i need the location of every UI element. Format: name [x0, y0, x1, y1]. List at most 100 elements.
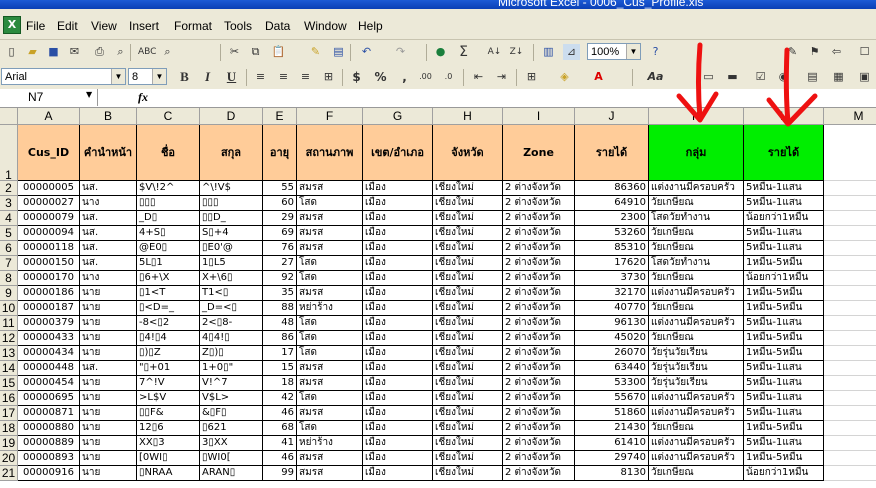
- table-cell[interactable]: 00000695: [18, 391, 80, 406]
- table-cell[interactable]: 2300: [575, 211, 649, 226]
- menu-window[interactable]: Window: [304, 19, 347, 33]
- table-cell[interactable]: 17: [263, 346, 297, 361]
- table-cell[interactable]: เชียงใหม่: [433, 436, 503, 451]
- globe-icon[interactable]: ●: [432, 44, 449, 60]
- table-cell[interactable]: ▯WI0[: [200, 451, 263, 466]
- table-cell[interactable]: เชียงใหม่: [433, 316, 503, 331]
- empty-cell[interactable]: [824, 241, 876, 256]
- table-cell[interactable]: 68: [263, 421, 297, 436]
- table-cell[interactable]: 5หมื่น-1แสน: [744, 406, 824, 421]
- table-cell[interactable]: โสด: [297, 391, 363, 406]
- table-cell[interactable]: เมือง: [363, 421, 433, 436]
- table-cell[interactable]: 5หมื่น-1แสน: [744, 376, 824, 391]
- row-header[interactable]: 12: [0, 331, 18, 346]
- table-cell[interactable]: 5หมื่น-1แสน: [744, 436, 824, 451]
- empty-cell[interactable]: [824, 436, 876, 451]
- table-cell[interactable]: 00000434: [18, 346, 80, 361]
- header-cell-l[interactable]: รายได้: [744, 125, 824, 181]
- table-cell[interactable]: สมรส: [297, 181, 363, 196]
- table-cell[interactable]: 35: [263, 286, 297, 301]
- table-cell[interactable]: 4▯4!▯: [200, 331, 263, 346]
- table-cell[interactable]: 55: [263, 181, 297, 196]
- table-cell[interactable]: นาง: [80, 196, 137, 211]
- column-header-a[interactable]: A: [18, 108, 80, 125]
- table-cell[interactable]: 76: [263, 241, 297, 256]
- table-cell[interactable]: เมือง: [363, 196, 433, 211]
- table-cell[interactable]: เมือง: [363, 331, 433, 346]
- table-cell[interactable]: ▯▯▯: [200, 196, 263, 211]
- table-cell[interactable]: 2 ต่างจังหวัด: [503, 346, 575, 361]
- table-cell[interactable]: 86360: [575, 181, 649, 196]
- table-cell[interactable]: วัยเกษียณ: [649, 226, 744, 241]
- table-cell[interactable]: ▯4!▯4: [137, 331, 200, 346]
- select-all-corner[interactable]: [0, 108, 18, 125]
- table-cell[interactable]: 61410: [575, 436, 649, 451]
- column-header-k[interactable]: K: [649, 108, 744, 125]
- table-cell[interactable]: 85310: [575, 241, 649, 256]
- drawing-icon[interactable]: ⊿: [563, 44, 580, 60]
- table-cell[interactable]: 00000118: [18, 241, 80, 256]
- table-cell[interactable]: 5หมื่น-1แสน: [744, 361, 824, 376]
- table-cell[interactable]: เชียงใหม่: [433, 256, 503, 271]
- table-cell[interactable]: เมือง: [363, 391, 433, 406]
- table-cell[interactable]: 63440: [575, 361, 649, 376]
- table-cell[interactable]: 46: [263, 406, 297, 421]
- column-header-d[interactable]: D: [200, 108, 263, 125]
- row-header[interactable]: 19: [0, 436, 18, 451]
- table-cell[interactable]: 45020: [575, 331, 649, 346]
- table-cell[interactable]: 3730: [575, 271, 649, 286]
- insert-hyperlink-icon[interactable]: ▤: [330, 44, 347, 60]
- table-cell[interactable]: 48: [263, 316, 297, 331]
- table-cell[interactable]: 2 ต่างจังหวัด: [503, 436, 575, 451]
- checkbox-icon[interactable]: ☐: [856, 44, 873, 60]
- table-cell[interactable]: เชียงใหม่: [433, 271, 503, 286]
- empty-cell[interactable]: [824, 286, 876, 301]
- table-cell[interactable]: 00000893: [18, 451, 80, 466]
- save-icon[interactable]: ■: [45, 44, 62, 60]
- row-header[interactable]: 14: [0, 361, 18, 376]
- table-cell[interactable]: 3▯XX: [200, 436, 263, 451]
- table-cell[interactable]: เมือง: [363, 226, 433, 241]
- table-cell[interactable]: โสด: [297, 271, 363, 286]
- table-cell[interactable]: 88: [263, 301, 297, 316]
- table-cell[interactable]: ▯1<T: [137, 286, 200, 301]
- table-cell[interactable]: แต่งงานมีครอบครัว: [649, 316, 744, 331]
- table-cell[interactable]: เมือง: [363, 181, 433, 196]
- font-color-icon[interactable]: A: [590, 69, 607, 85]
- table-cell[interactable]: เมือง: [363, 361, 433, 376]
- table-cell[interactable]: $V\!2^: [137, 181, 200, 196]
- row-header[interactable]: 9: [0, 286, 18, 301]
- empty-cell[interactable]: [824, 421, 876, 436]
- table-cell[interactable]: 96130: [575, 316, 649, 331]
- table-cell[interactable]: สมรส: [297, 241, 363, 256]
- empty-cell[interactable]: [824, 331, 876, 346]
- table-cell[interactable]: 12▯6: [137, 421, 200, 436]
- cut-icon[interactable]: ✂: [226, 44, 243, 60]
- table-cell[interactable]: เมือง: [363, 406, 433, 421]
- column-header-m[interactable]: M: [824, 108, 876, 125]
- table-cell[interactable]: เมือง: [363, 436, 433, 451]
- table-cell[interactable]: นาย: [80, 376, 137, 391]
- empty-cell[interactable]: [824, 406, 876, 421]
- table-cell[interactable]: เชียงใหม่: [433, 331, 503, 346]
- table-cell[interactable]: ▯6+\X: [137, 271, 200, 286]
- row-header[interactable]: 3: [0, 196, 18, 211]
- sort-descending-icon[interactable]: Z↓: [508, 44, 525, 60]
- table-cell[interactable]: แต่งงานมีครอบครัว: [649, 436, 744, 451]
- table-cell[interactable]: 00000094: [18, 226, 80, 241]
- column-header-j[interactable]: J: [575, 108, 649, 125]
- empty-cell[interactable]: [824, 256, 876, 271]
- increase-decimal-icon[interactable]: .00: [417, 69, 434, 85]
- table-cell[interactable]: 1+0▯": [200, 361, 263, 376]
- row-header[interactable]: 21: [0, 466, 18, 481]
- table-cell[interactable]: เมือง: [363, 376, 433, 391]
- table-cell[interactable]: 1หมื่น-5หมื่น: [744, 301, 824, 316]
- align-right-icon[interactable]: ≡: [297, 69, 314, 85]
- table-cell[interactable]: 5L▯1: [137, 256, 200, 271]
- permission-icon[interactable]: ✉: [66, 44, 83, 60]
- underline-button[interactable]: U: [223, 69, 240, 85]
- table-cell[interactable]: 2 ต่างจังหวัด: [503, 466, 575, 481]
- table-cell[interactable]: นาย: [80, 391, 137, 406]
- table-cell[interactable]: 5หมื่น-1แสน: [744, 226, 824, 241]
- table-cell[interactable]: ▯621: [200, 421, 263, 436]
